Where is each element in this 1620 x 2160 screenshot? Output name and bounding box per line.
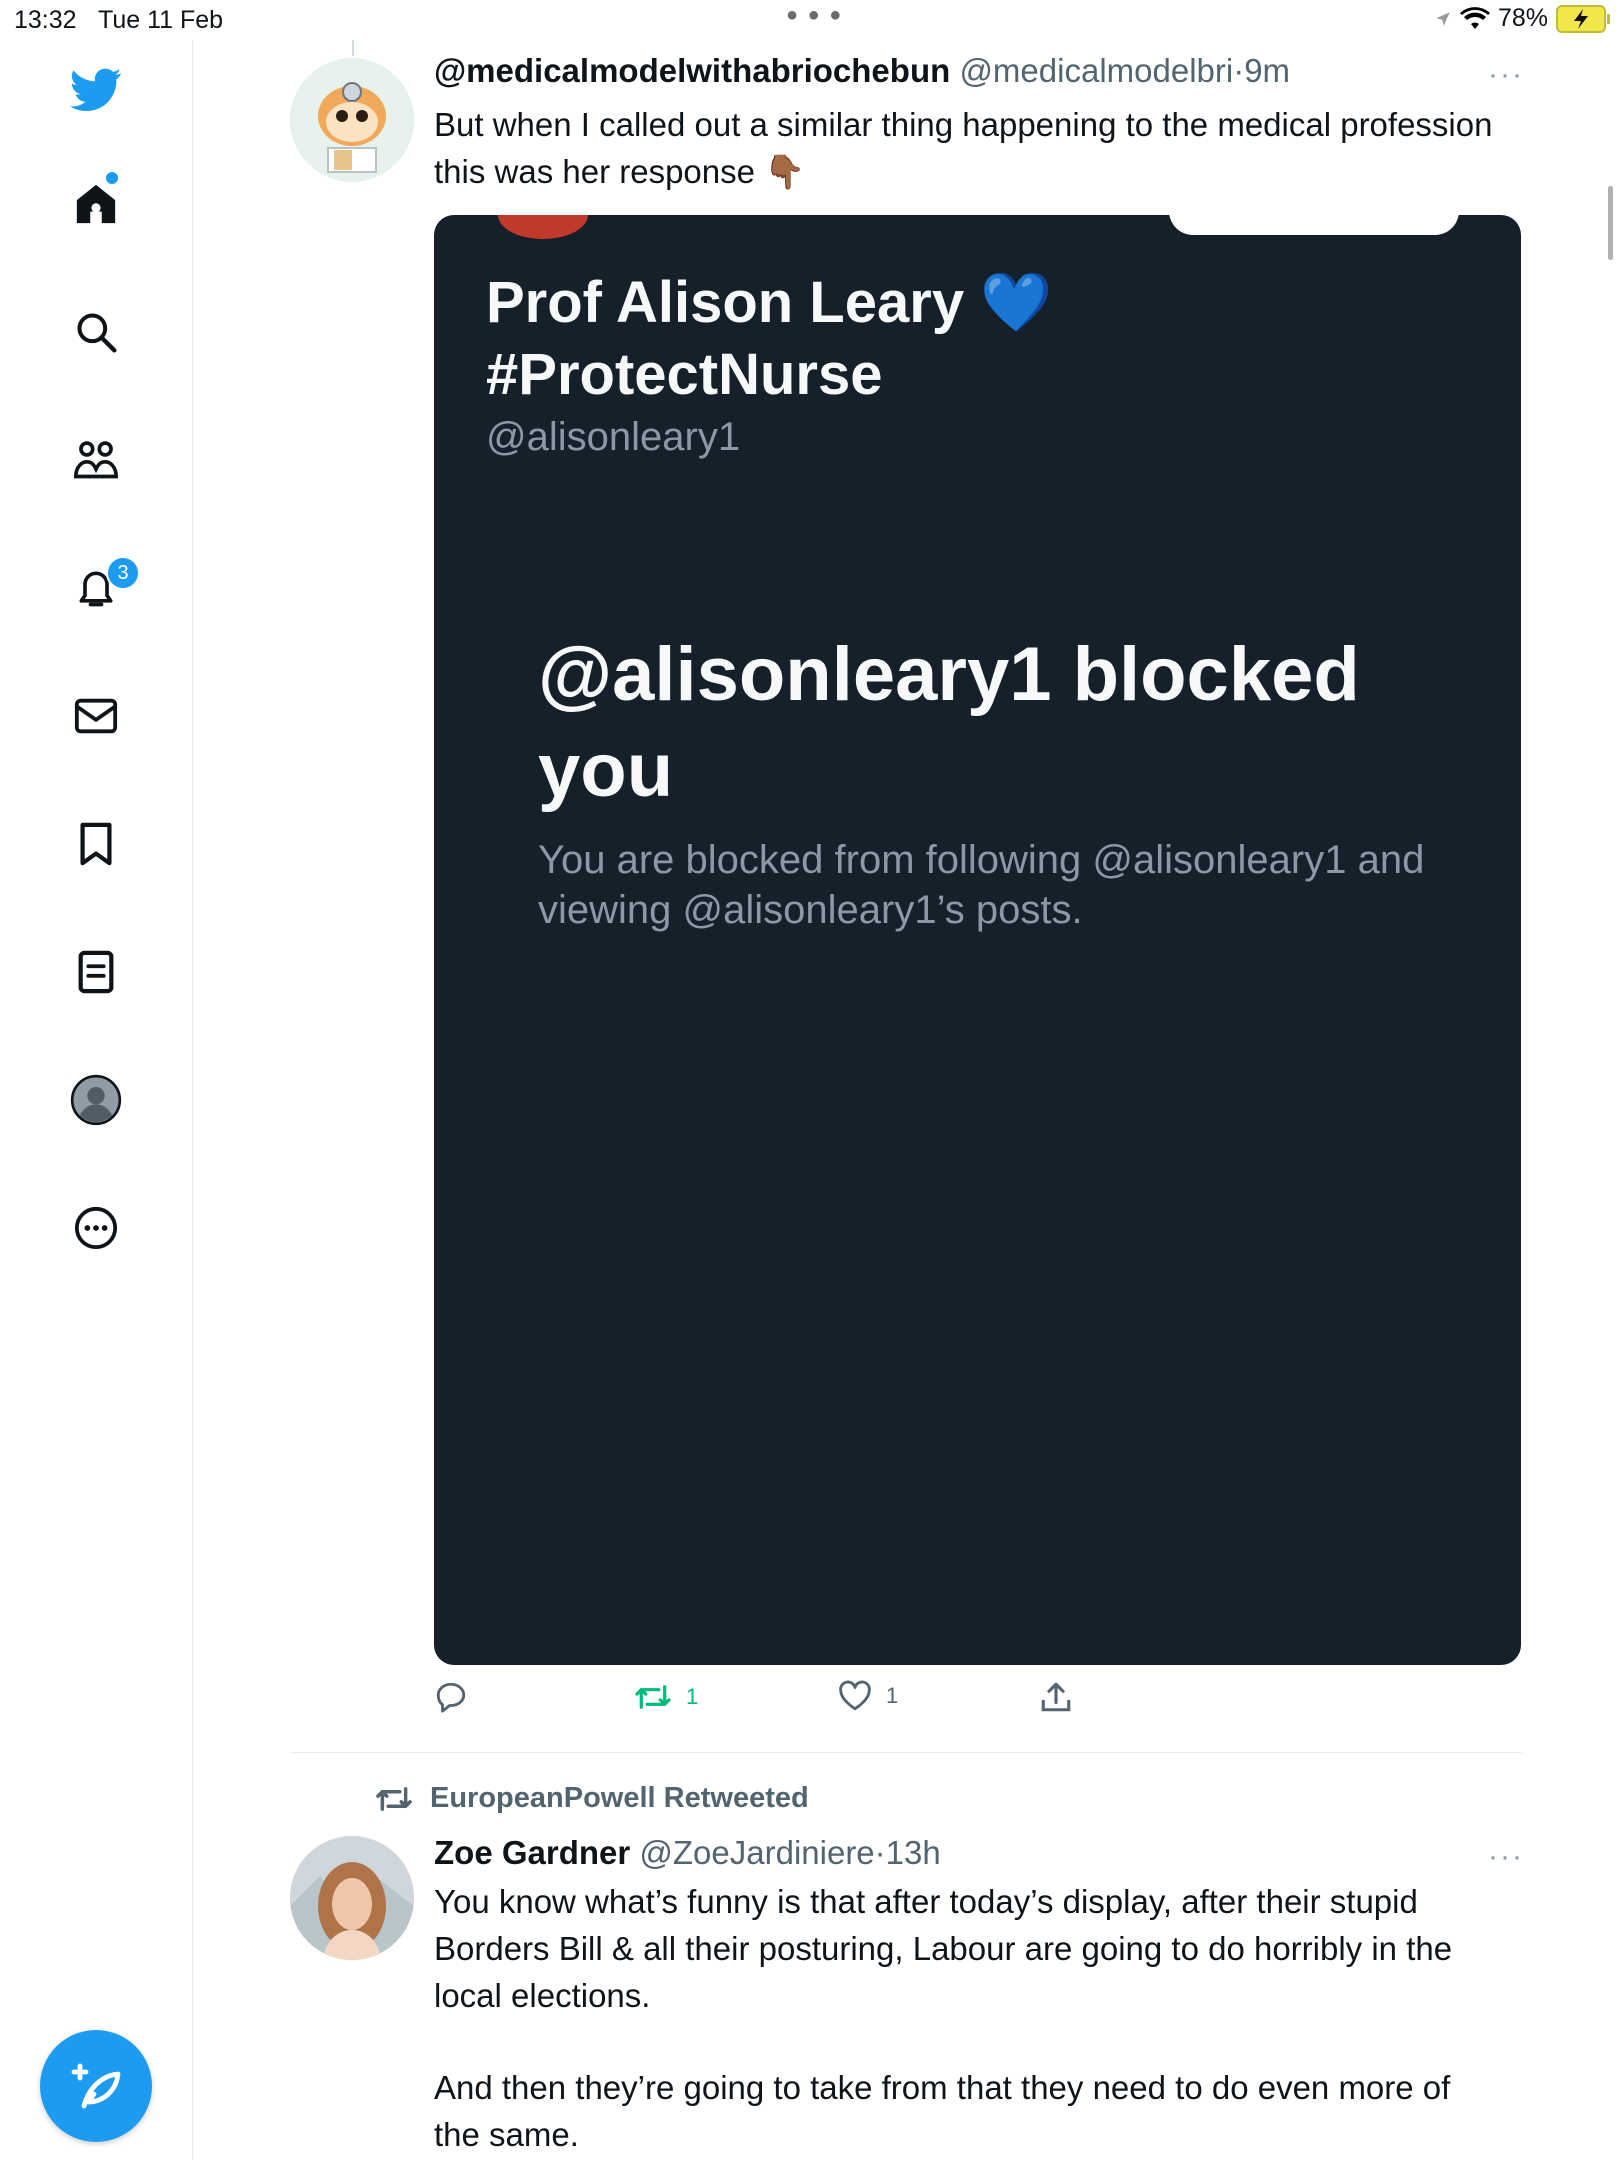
communities-icon[interactable] xyxy=(70,434,122,486)
retweeted-by-line: EuropeanPowell Retweeted xyxy=(374,1782,809,1815)
media-profile-handle: @alisonleary1 xyxy=(486,415,741,459)
home-icon[interactable] xyxy=(70,172,122,230)
home-unread-dot xyxy=(106,172,118,184)
share-icon xyxy=(1041,1682,1071,1712)
media-blocked-title: @alisonleary1 blocked you xyxy=(538,632,1360,813)
tweet-text-paragraph-2: And then they’re going to take from that… xyxy=(434,2069,1451,2153)
tweet-more-button[interactable]: ··· xyxy=(1488,1840,1524,1874)
status-right: 78% xyxy=(1434,4,1610,33)
tweet-time[interactable]: 13h xyxy=(886,1834,941,1871)
tweet-text-paragraph-1: You know what’s funny is that after toda… xyxy=(434,1883,1453,2014)
author-name[interactable]: @medicalmodelwithabriochebun xyxy=(434,52,950,89)
profile-avatar-icon[interactable] xyxy=(70,1074,122,1126)
avatar[interactable] xyxy=(290,58,414,182)
search-icon[interactable] xyxy=(70,306,122,358)
wifi-icon xyxy=(1459,6,1490,29)
retweeted-by-text[interactable]: EuropeanPowell Retweeted xyxy=(430,1782,809,1815)
media-blocked-description: You are blocked from following @alisonle… xyxy=(538,838,1425,932)
author-handle[interactable]: @ZoeJardiniere xyxy=(639,1834,874,1871)
tweet-header: @medicalmodelwithabriochebun @medicalmod… xyxy=(434,52,1290,90)
multitasking-dots-icon[interactable]: ● ● ● xyxy=(786,4,843,27)
retweet-button[interactable]: 1 xyxy=(634,1680,698,1714)
thread-line xyxy=(352,40,354,56)
like-button[interactable]: 1 xyxy=(838,1680,898,1712)
compose-feather-icon xyxy=(71,2063,121,2109)
author-handle[interactable]: @medicalmodelbri xyxy=(959,52,1233,89)
author-name[interactable]: Zoe Gardner xyxy=(434,1834,630,1871)
lists-icon[interactable] xyxy=(70,946,122,998)
status-bar: 13:32 Tue 11 Feb ● ● ● 78% xyxy=(0,0,1620,40)
heart-icon xyxy=(839,1680,871,1711)
media-cropped-button xyxy=(1169,215,1459,235)
tweet-actions: 1 1 xyxy=(434,1680,1504,1730)
avatar[interactable] xyxy=(290,1836,414,1960)
battery-icon xyxy=(1556,4,1610,33)
separator-dot: · xyxy=(874,1834,886,1871)
battery-percent: 78% xyxy=(1497,4,1548,32)
tweet-header: Zoe Gardner @ZoeJardiniere·13h xyxy=(434,1834,941,1872)
sidebar: 3 xyxy=(0,40,193,2160)
media-profile-name: Prof Alison Leary 💙 #ProtectNurse xyxy=(486,267,1052,411)
scrollbar[interactable] xyxy=(1608,186,1613,260)
tweet-divider xyxy=(290,1752,1522,1753)
separator-dot: · xyxy=(1233,52,1245,89)
location-icon xyxy=(1436,11,1450,26)
twitter-logo-icon[interactable] xyxy=(70,64,122,116)
retweet-count: 1 xyxy=(686,1684,699,1709)
compose-tweet-button[interactable] xyxy=(40,2030,152,2142)
status-date: Tue 11 Feb xyxy=(98,6,224,34)
tweet-more-button[interactable]: ··· xyxy=(1488,58,1524,92)
status-time: 13:32 xyxy=(14,6,77,34)
more-options-icon[interactable] xyxy=(70,1202,122,1254)
media-profile-name-line1: Prof Alison Leary 💙 xyxy=(486,270,1053,335)
media-profile-name-line2: #ProtectNurse xyxy=(486,342,883,407)
like-count: 1 xyxy=(886,1683,899,1708)
bookmarks-icon[interactable] xyxy=(70,818,122,870)
reply-button[interactable] xyxy=(434,1680,468,1714)
messages-envelope-icon[interactable] xyxy=(70,690,122,742)
media-cropped-avatar xyxy=(498,215,588,239)
share-button[interactable] xyxy=(1040,1680,1072,1714)
reply-icon xyxy=(436,1682,466,1713)
retweet-icon xyxy=(635,1685,671,1709)
tweet-time[interactable]: 9m xyxy=(1244,52,1290,89)
notifications-badge: 3 xyxy=(106,556,140,590)
tweet-text: But when I called out a similar thing ha… xyxy=(434,106,1493,190)
tweet-media-image[interactable]: Prof Alison Leary 💙 #ProtectNurse @aliso… xyxy=(434,215,1521,1665)
retweet-icon xyxy=(376,1786,412,1811)
